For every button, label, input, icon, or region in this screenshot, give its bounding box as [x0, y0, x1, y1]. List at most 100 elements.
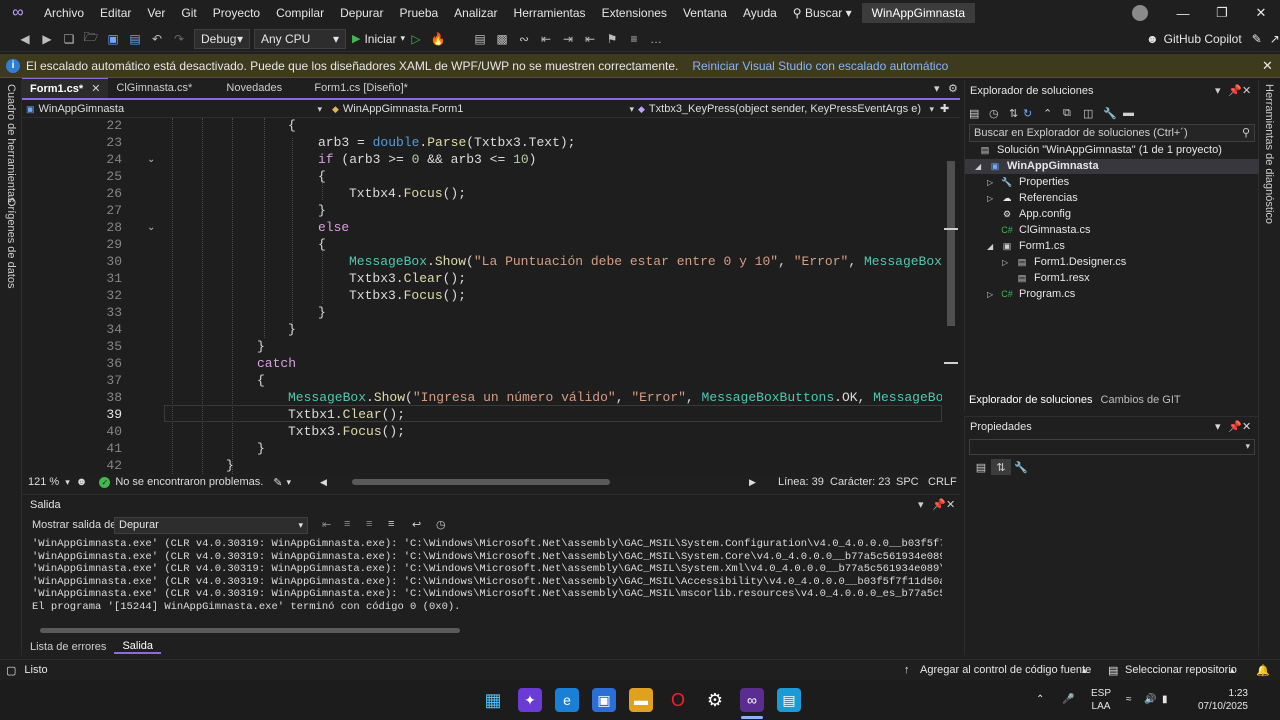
categorized-icon[interactable]: ▤	[971, 459, 991, 475]
indent-icon[interactable]: ⇥	[557, 29, 579, 49]
previous-message-icon[interactable]: ⇤	[322, 518, 331, 531]
member-dropdown[interactable]: ◆ Txtbx3_KeyPress(object sender, KeyPres…	[638, 100, 938, 118]
input-language[interactable]: ESP LAA	[1088, 687, 1114, 713]
maximize-button[interactable]: ❐	[1203, 0, 1241, 26]
code-editor[interactable]: 22 23 24 25 26 27 28 29 30 31 32 33 34 3…	[22, 118, 960, 474]
object-selector[interactable]: ▾	[969, 439, 1255, 455]
pin-icon[interactable]: 📌	[1228, 420, 1242, 433]
clear-all-icon[interactable]: ≡	[388, 518, 394, 530]
fold-chevron-icon[interactable]: ⌄	[147, 222, 155, 233]
project-dropdown[interactable]: ▣ WinAppGimnasta ▾	[26, 100, 326, 118]
refresh-icon[interactable]: ↻	[1023, 107, 1043, 120]
fold-chevron-icon[interactable]: ⌄	[147, 154, 155, 165]
undo-icon[interactable]: ↶	[146, 29, 168, 49]
word-wrap-icon[interactable]: ↩	[412, 518, 421, 531]
tab-novedades[interactable]: Novedades	[218, 78, 306, 98]
tree-form1-designer[interactable]: ▷ ▤ Form1.Designer.cs	[1002, 256, 1126, 268]
show-all-files-icon[interactable]: ⧉	[1063, 107, 1083, 120]
alphabetical-icon[interactable]: ⇅	[991, 459, 1011, 475]
tab-clgimnasta-cs[interactable]: ClGimnasta.cs*	[108, 78, 218, 98]
hot-reload-icon[interactable]: 🔥	[427, 29, 449, 49]
redo-icon[interactable]: ↷	[168, 29, 190, 49]
menu-proyecto[interactable]: Proyecto	[205, 0, 268, 26]
split-editor-icon[interactable]: ✚	[940, 102, 949, 115]
chevron-up-icon[interactable]: ▴	[1082, 665, 1087, 676]
tab-git-changes[interactable]: Cambios de GIT	[1101, 394, 1189, 406]
chevron-up-icon[interactable]: ▴	[1230, 665, 1235, 676]
menu-ayuda[interactable]: Ayuda	[735, 0, 785, 26]
find-message-icon[interactable]: ≡	[366, 518, 372, 530]
panel-options-icon[interactable]: ▾	[1215, 420, 1221, 433]
collapsed-arrow-icon[interactable]: ▷	[987, 290, 999, 299]
copilot-icon[interactable]: ☻	[76, 476, 88, 488]
forward-icon[interactable]: ▶	[36, 29, 58, 49]
property-pages-icon[interactable]: 🔧	[1011, 459, 1031, 475]
horizontal-scroll-thumb[interactable]	[352, 479, 610, 485]
home-icon[interactable]: ▤	[969, 107, 989, 120]
close-window-button[interactable]: ✕	[1242, 0, 1280, 26]
output-source-select[interactable]: Depurar ▾	[114, 517, 308, 534]
menu-analizar[interactable]: Analizar	[446, 0, 505, 26]
properties-wrench-icon[interactable]: 🔧	[1103, 107, 1123, 120]
visual-studio-app-icon[interactable]: ∞	[740, 688, 764, 712]
data-sources-tab[interactable]: Orígenes de datos	[5, 198, 17, 289]
sync-icon[interactable]: ⇅	[1009, 107, 1023, 120]
scroll-right-icon[interactable]: ▶	[749, 477, 756, 488]
collapsed-arrow-icon[interactable]: ▷	[987, 178, 999, 187]
brush-icon[interactable]: ✎	[273, 476, 282, 489]
menu-extensiones[interactable]: Extensiones	[594, 0, 675, 26]
tab-error-list[interactable]: Lista de errores	[22, 641, 114, 653]
tree-references[interactable]: ▷ ☁ Referencias	[987, 192, 1078, 204]
filter-icon[interactable]: ◫	[1083, 107, 1103, 120]
menu-archivo[interactable]: Archivo	[36, 0, 92, 26]
collapsed-arrow-icon[interactable]: ▷	[987, 194, 999, 203]
menu-depurar[interactable]: Depurar	[332, 0, 391, 26]
chevron-down-icon[interactable]: ▾	[65, 477, 70, 488]
notepad-app-icon[interactable]: ▤	[777, 688, 801, 712]
layout-icon[interactable]: ▩	[491, 29, 513, 49]
next-message-icon[interactable]: ≡	[344, 518, 350, 530]
menu-editar[interactable]: Editar	[92, 0, 139, 26]
close-icon[interactable]: ✕	[946, 498, 955, 511]
share-icon[interactable]: ↗	[1270, 32, 1280, 46]
collapse-all-icon[interactable]: ⌃	[1043, 107, 1063, 120]
restart-scaling-link[interactable]: Reiniciar Visual Studio con escalado aut…	[692, 59, 948, 73]
close-tab-icon[interactable]: ✕	[91, 82, 100, 95]
outdent-icon[interactable]: ⇤	[579, 29, 601, 49]
solution-explorer-search[interactable]: Buscar en Explorador de soluciones (Ctrl…	[969, 124, 1255, 142]
diagnostics-tab[interactable]: Herramientas de diagnóstico	[1263, 84, 1275, 224]
save-all-icon[interactable]: ▤	[124, 29, 146, 49]
settings-app-icon[interactable]: ⚙	[703, 688, 727, 712]
pin-icon[interactable]: 📌	[1228, 84, 1242, 97]
new-project-icon[interactable]: ❏	[58, 29, 80, 49]
platform-select[interactable]: Any CPU ▾	[254, 28, 346, 49]
add-source-control-button[interactable]: Agregar al control de código fuente	[920, 664, 1091, 676]
tab-form1-cs[interactable]: Form1.cs* ✕	[22, 78, 109, 98]
output-horizontal-scrollbar[interactable]	[30, 626, 940, 634]
volume-icon[interactable]: 🔊	[1144, 693, 1156, 706]
gear-icon[interactable]: ⚙	[948, 82, 958, 95]
tree-app-config[interactable]: ⚙ App.config	[999, 208, 1071, 220]
bookmark-icon[interactable]: ⚑	[601, 29, 623, 49]
preview-icon[interactable]: ▬	[1123, 107, 1143, 119]
panel-options-icon[interactable]: ▾	[918, 498, 924, 511]
scrollbar-thumb[interactable]	[947, 161, 955, 326]
comment-icon[interactable]: ≡	[623, 29, 645, 49]
menu-compilar[interactable]: Compilar	[268, 0, 332, 26]
expanded-arrow-icon[interactable]: ◢	[975, 162, 987, 171]
tree-properties[interactable]: ▷ 🔧 Properties	[987, 176, 1069, 188]
opera-browser-icon[interactable]: O	[666, 688, 690, 712]
collapsed-arrow-icon[interactable]: ▷	[1002, 258, 1014, 267]
pin-icon[interactable]: 📌	[932, 498, 946, 511]
timestamp-icon[interactable]: ◷	[436, 518, 446, 531]
toolbox-tab[interactable]: Cuadro de herramientas	[5, 84, 17, 203]
clock[interactable]: 1:23 07/10/2025	[1184, 687, 1248, 713]
breakpoints-icon[interactable]: ∾	[513, 29, 535, 49]
battery-icon[interactable]: ▮	[1162, 693, 1168, 706]
close-icon[interactable]: ✕	[1262, 58, 1273, 74]
file-explorer-icon[interactable]: ▬	[629, 688, 653, 712]
column-indicator[interactable]: Carácter: 23	[830, 476, 891, 488]
menu-ventana[interactable]: Ventana	[675, 0, 735, 26]
select-repository-button[interactable]: Seleccionar repositorio	[1125, 664, 1237, 676]
tree-form1[interactable]: ◢ ▣ Form1.cs	[987, 240, 1065, 252]
